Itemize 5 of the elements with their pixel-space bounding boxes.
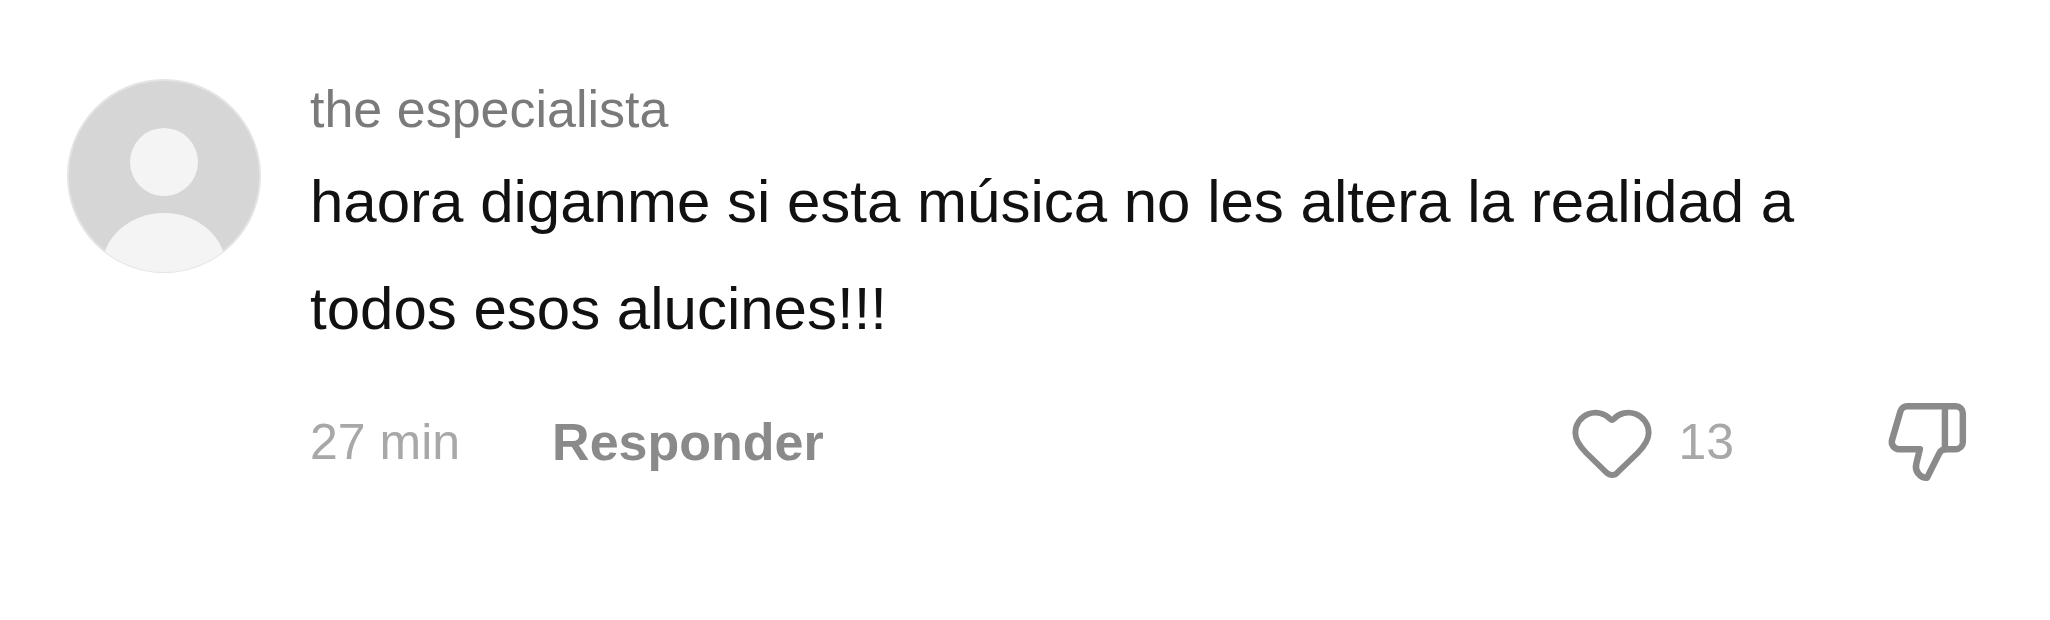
timestamp: 27 min xyxy=(310,413,461,472)
username[interactable]: the especialista xyxy=(310,78,1970,141)
like-count: 13 xyxy=(1678,413,1734,472)
reply-button[interactable]: Responder xyxy=(552,412,824,473)
comment-text: haora diganme si esta música no les altera la realidad a todos esos alucines!!! xyxy=(310,167,1796,345)
